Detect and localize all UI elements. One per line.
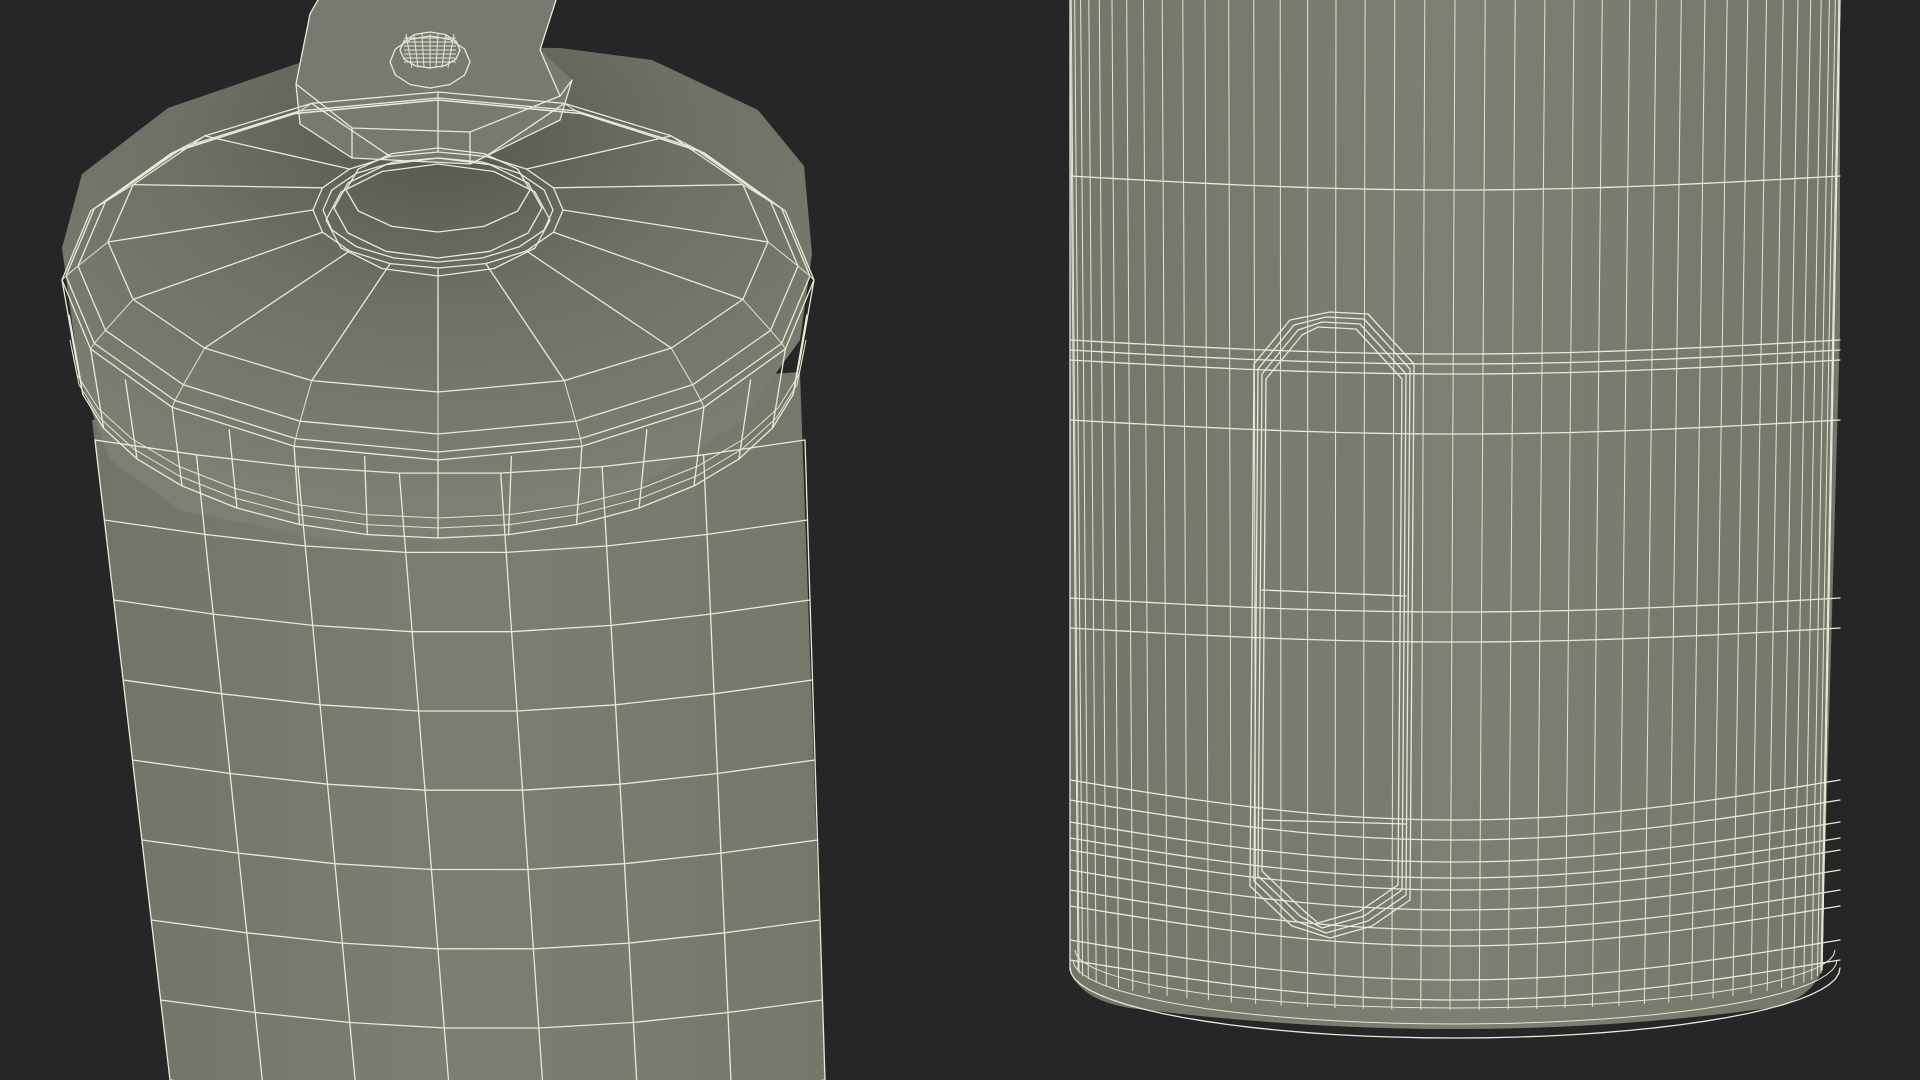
wireframe-render-scene: [61, 0, 1841, 1080]
bottle-top-wireframe: [61, 0, 826, 1080]
bottle-bottom-wireframe: [1069, 0, 1841, 1039]
right-body-surface: [1070, 0, 1840, 1029]
right-grip-panel: [1250, 314, 1414, 938]
